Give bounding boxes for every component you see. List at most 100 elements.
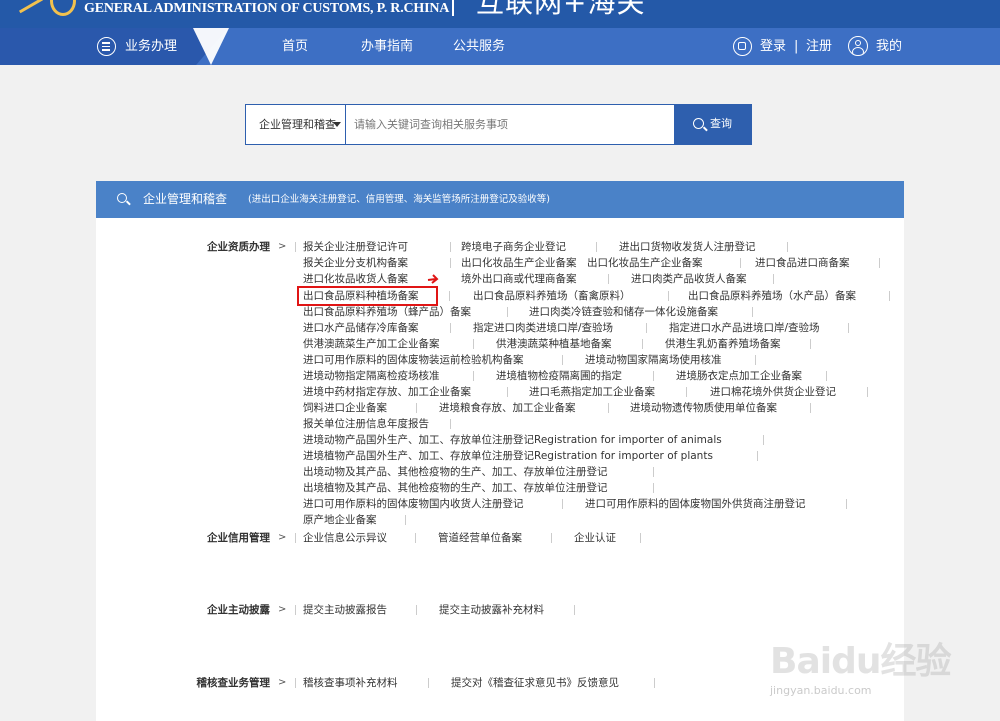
separator (867, 387, 868, 397)
separator (608, 274, 609, 284)
separator (428, 678, 429, 688)
category-label-credit: 企业信用管理 (207, 532, 270, 544)
list-item[interactable]: 进境中药材指定存放、加工企业备案 (303, 385, 471, 399)
separator (416, 605, 417, 615)
separator (654, 678, 655, 688)
list-item[interactable]: 原产地企业备案 (303, 513, 377, 527)
nav-item-home[interactable]: 首页 (282, 38, 308, 55)
separator (640, 533, 641, 543)
category-label-disclosure: 企业主动披露 (207, 604, 270, 616)
list-item[interactable]: 进口棉花境外供货企业登记 (710, 385, 836, 399)
list-item[interactable]: 指定进口肉类进境口岸/查验场 (473, 321, 613, 335)
list-item[interactable]: 进口可用作原料的固体废物装运前检验机构备案 (303, 353, 524, 367)
separator (653, 371, 654, 381)
separator (507, 307, 508, 317)
panel-header: 企业管理和稽查 (进出口企业海关注册登记、信用管理、海关监管场所注册登记及验收等… (96, 181, 904, 218)
category-arrow: > (278, 677, 287, 688)
list-item[interactable]: 出境植物及其产品、其他检疫物的生产、加工、存放单位注册登记 (303, 481, 608, 495)
list-item[interactable]: 进口化妆品收货人备案 (303, 272, 408, 286)
list-item[interactable]: 进境动物国家隔离场使用核准 (585, 353, 722, 367)
list-item[interactable]: 出口食品原料养殖场（水产品）备案 (688, 289, 856, 303)
user-icon[interactable] (848, 36, 868, 56)
list-item[interactable]: 跨境电子商务企业登记 (461, 240, 566, 254)
list-item[interactable]: 进境植物检疫隔离圃的指定 (496, 369, 622, 383)
category-label-audit: 稽核查业务管理 (196, 677, 271, 689)
nav-divider: | (794, 39, 799, 54)
separator (405, 515, 406, 525)
list-item[interactable]: 进口可用作原料的固体废物国内收货人注册登记 (303, 497, 524, 511)
list-item[interactable]: 进境植物产品国外生产、加工、存放单位注册登记Registration for i… (303, 449, 713, 463)
separator (810, 339, 811, 349)
list-item[interactable]: 供港生乳奶畜养殖场备案 (665, 337, 781, 351)
main-nav: 业务办理 首页 办事指南 公共服务 登录 | 注册 我的 (0, 28, 1000, 65)
category-label-qualification: 企业资质办理 (207, 241, 270, 253)
list-item[interactable]: 进境粮食存放、加工企业备案 (439, 401, 576, 415)
list-item[interactable]: 报关企业注册登记许可 (303, 240, 408, 254)
panel-title: 企业管理和稽查 (143, 192, 228, 206)
separator (642, 339, 643, 349)
separator (507, 387, 508, 397)
list-item[interactable]: 稽核查事项补充材料 (303, 676, 398, 690)
separator (415, 533, 416, 543)
login-link[interactable]: 登录 (760, 38, 786, 55)
list-item[interactable]: 进境动物指定隔离检疫场核准 (303, 369, 440, 383)
menu-icon (97, 37, 116, 56)
search-input[interactable] (354, 105, 670, 144)
list-item[interactable]: 进口水产品储存冷库备案 (303, 321, 419, 335)
list-item[interactable]: 出口食品原料养殖场（蜂产品）备案 (303, 305, 471, 319)
list-item[interactable]: 指定进口水产品进境口岸/查验场 (669, 321, 820, 335)
search-button-label: 查询 (710, 117, 732, 130)
nav-label-business[interactable]: 业务办理 (125, 38, 177, 55)
search-box: 企业管理和稽查 (245, 104, 675, 145)
panel-subtitle: (进出口企业海关注册登记、信用管理、海关监管场所注册登记及验收等) (248, 194, 550, 205)
list-item[interactable]: 进口毛燕指定加工企业备案 (529, 385, 655, 399)
list-item[interactable]: 出口化妆品生产企业备案 (461, 256, 577, 270)
separator (562, 499, 563, 509)
search-button[interactable]: 查询 (675, 104, 752, 145)
list-item[interactable]: 提交对《稽查征求意见书》反馈意见 (451, 676, 619, 690)
separator (551, 533, 552, 543)
search-category-select[interactable]: 企业管理和稽查 (246, 105, 346, 144)
list-item[interactable]: 供港澳蔬菜种植基地备案 (496, 337, 612, 351)
list-item[interactable]: 提交主动披露补充材料 (439, 603, 544, 617)
register-link[interactable]: 注册 (806, 38, 832, 55)
separator (826, 371, 827, 381)
separator (295, 533, 296, 543)
search-icon (693, 118, 704, 129)
list-item[interactable]: 进口食品进口商备案 (755, 256, 850, 270)
list-item[interactable]: 管道经营单位备案 (438, 531, 522, 545)
list-item[interactable]: 报关企业分支机构备案 (303, 256, 408, 270)
list-item[interactable]: 饲料进口企业备案 (303, 401, 387, 415)
separator (668, 291, 669, 301)
separator (473, 371, 474, 381)
list-item[interactable]: 进境肠衣定点加工企业备案 (676, 369, 802, 383)
list-item[interactable]: 出口食品原料养殖场（畜禽原料） (473, 289, 631, 303)
separator (810, 403, 811, 413)
chevron-down-icon (333, 122, 341, 127)
login-icon[interactable] (733, 37, 752, 56)
list-item[interactable]: 企业认证 (574, 531, 616, 545)
brand-title[interactable]: 互联网+海关 (476, 0, 645, 18)
list-item[interactable]: 出口化妆品生产企业备案 (587, 256, 703, 270)
list-item[interactable]: 提交主动披露报告 (303, 603, 387, 617)
list-item[interactable]: 进口肉类产品收货人备案 (631, 272, 747, 286)
separator (848, 323, 849, 333)
separator (295, 242, 296, 252)
separator (646, 323, 647, 333)
list-item[interactable]: 供港澳蔬菜生产加工企业备案 (303, 337, 440, 351)
list-item[interactable]: 报关单位注册信息年度报告 (303, 417, 429, 431)
mine-link[interactable]: 我的 (876, 38, 902, 55)
list-item[interactable]: 进口肉类冷链查验和储存一体化设施备案 (529, 305, 718, 319)
emblem-ring (50, 0, 76, 16)
list-item[interactable]: 进出口货物收发货人注册登记 (619, 240, 756, 254)
list-item[interactable]: 进口可用作原料的固体废物国外供货商注册登记 (585, 497, 806, 511)
nav-item-guide[interactable]: 办事指南 (361, 38, 413, 55)
separator (653, 467, 654, 477)
list-item[interactable]: 进境动物产品国外生产、加工、存放单位注册登记Registration for i… (303, 433, 722, 447)
list-item[interactable]: 进境动物遗传物质使用单位备案 (630, 401, 777, 415)
separator (596, 242, 597, 252)
nav-item-public-service[interactable]: 公共服务 (453, 38, 505, 55)
list-item[interactable]: 企业信息公示异议 (303, 531, 387, 545)
list-item[interactable]: 出境动物及其产品、其他检疫物的生产、加工、存放单位注册登记 (303, 465, 608, 479)
list-item[interactable]: 境外出口商或代理商备案 (461, 272, 577, 286)
